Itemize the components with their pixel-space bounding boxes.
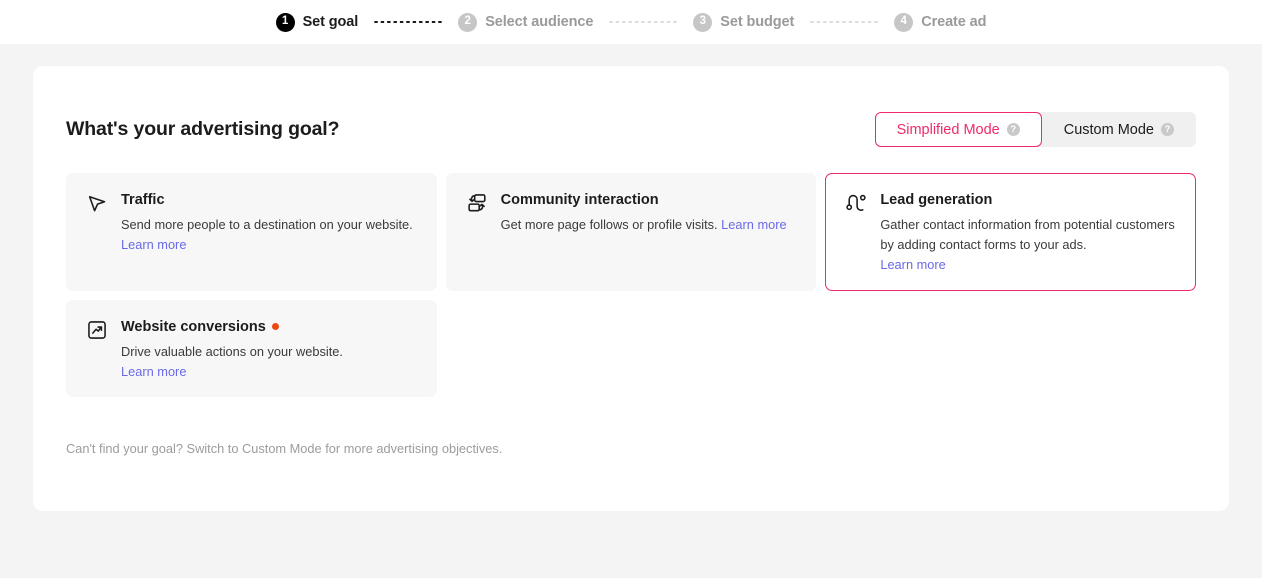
goal-tile-lead-generation[interactable]: Lead generation Gather contact informati… xyxy=(825,173,1196,291)
panel-header: What's your advertising goal? Simplified… xyxy=(66,66,1196,173)
simplified-mode-label: Simplified Mode xyxy=(896,121,1000,138)
goal-description-text: Gather contact information from potentia… xyxy=(880,217,1175,252)
step-number-badge: 1 xyxy=(275,12,295,32)
goal-title-text: Traffic xyxy=(121,192,165,208)
footer-note: Can't find your goal? Switch to Custom M… xyxy=(66,441,503,456)
stepper-bar: 1 Set goal 2 Select audience 3 Set budge… xyxy=(0,0,1262,44)
goal-description-text: Drive valuable actions on your website. xyxy=(121,343,343,359)
goal-description: Gather contact information from potentia… xyxy=(880,215,1178,274)
goal-description: Send more people to a destination on you… xyxy=(121,215,419,255)
page-content: What's your advertising goal? Simplified… xyxy=(0,44,1262,511)
stepper: 1 Set goal 2 Select audience 3 Set budge… xyxy=(275,12,987,32)
step-select-audience[interactable]: 2 Select audience xyxy=(458,12,594,32)
goal-title-text: Lead generation xyxy=(880,192,993,208)
new-badge-dot xyxy=(271,323,279,331)
step-number-badge: 2 xyxy=(458,12,478,32)
step-connector-2 xyxy=(607,21,680,23)
step-connector-1 xyxy=(372,21,445,23)
custom-mode-button[interactable]: Custom Mode ? xyxy=(1042,112,1196,147)
goal-tile-website-conversions[interactable]: Website conversions Drive valuable actio… xyxy=(66,299,437,398)
step-label: Create ad xyxy=(921,14,987,30)
goal-body: Website conversions Drive valuable actio… xyxy=(121,318,343,382)
goal-description-text: Get more page follows or profile visits. xyxy=(500,217,718,233)
step-set-goal[interactable]: 1 Set goal xyxy=(275,12,359,32)
goal-title: Lead generation xyxy=(880,191,1178,209)
learn-more-link[interactable]: Learn more xyxy=(721,217,786,232)
goal-tile-traffic[interactable]: Traffic Send more people to a destinatio… xyxy=(66,173,437,291)
mode-toggle: Simplified Mode ? Custom Mode ? xyxy=(874,112,1196,147)
cursor-arrow-icon xyxy=(86,192,108,214)
learn-more-link[interactable]: Learn more xyxy=(880,255,1178,275)
goal-tile-community-interaction[interactable]: Community interaction Get more page foll… xyxy=(445,173,817,291)
community-interaction-icon xyxy=(466,192,488,214)
page-title: What's your advertising goal? xyxy=(66,118,340,140)
goal-title-text: Community interaction xyxy=(500,192,659,208)
goal-body: Community interaction Get more page foll… xyxy=(501,191,787,275)
goal-title: Community interaction xyxy=(501,191,787,209)
simplified-mode-button[interactable]: Simplified Mode ? xyxy=(874,112,1042,147)
step-create-ad[interactable]: 4 Create ad xyxy=(894,12,987,32)
goal-selection-panel: What's your advertising goal? Simplified… xyxy=(33,66,1229,511)
goal-description: Get more page follows or profile visits.… xyxy=(501,215,787,235)
lead-generation-icon xyxy=(845,192,867,214)
custom-mode-label: Custom Mode xyxy=(1063,121,1154,138)
goal-grid: Traffic Send more people to a destinatio… xyxy=(66,173,1196,398)
step-label: Select audience xyxy=(485,14,594,30)
step-label: Set budget xyxy=(720,14,795,30)
goal-title: Website conversions xyxy=(121,318,343,336)
website-conversions-icon xyxy=(86,319,108,341)
help-icon[interactable]: ? xyxy=(1006,123,1020,136)
learn-more-link[interactable]: Learn more xyxy=(121,237,186,252)
goal-body: Lead generation Gather contact informati… xyxy=(880,191,1178,275)
goal-title: Traffic xyxy=(121,191,419,209)
help-icon[interactable]: ? xyxy=(1161,123,1174,136)
step-connector-3 xyxy=(808,21,881,23)
goal-title-text: Website conversions xyxy=(121,318,266,335)
goal-description: Drive valuable actions on your website. … xyxy=(121,342,343,382)
goal-description-text: Send more people to a destination on you… xyxy=(121,217,413,233)
goal-body: Traffic Send more people to a destinatio… xyxy=(121,191,419,275)
step-number-badge: 3 xyxy=(693,12,713,32)
step-set-budget[interactable]: 3 Set budget xyxy=(693,12,795,32)
step-label: Set goal xyxy=(302,14,359,30)
step-number-badge: 4 xyxy=(894,12,914,32)
learn-more-link[interactable]: Learn more xyxy=(121,362,343,382)
